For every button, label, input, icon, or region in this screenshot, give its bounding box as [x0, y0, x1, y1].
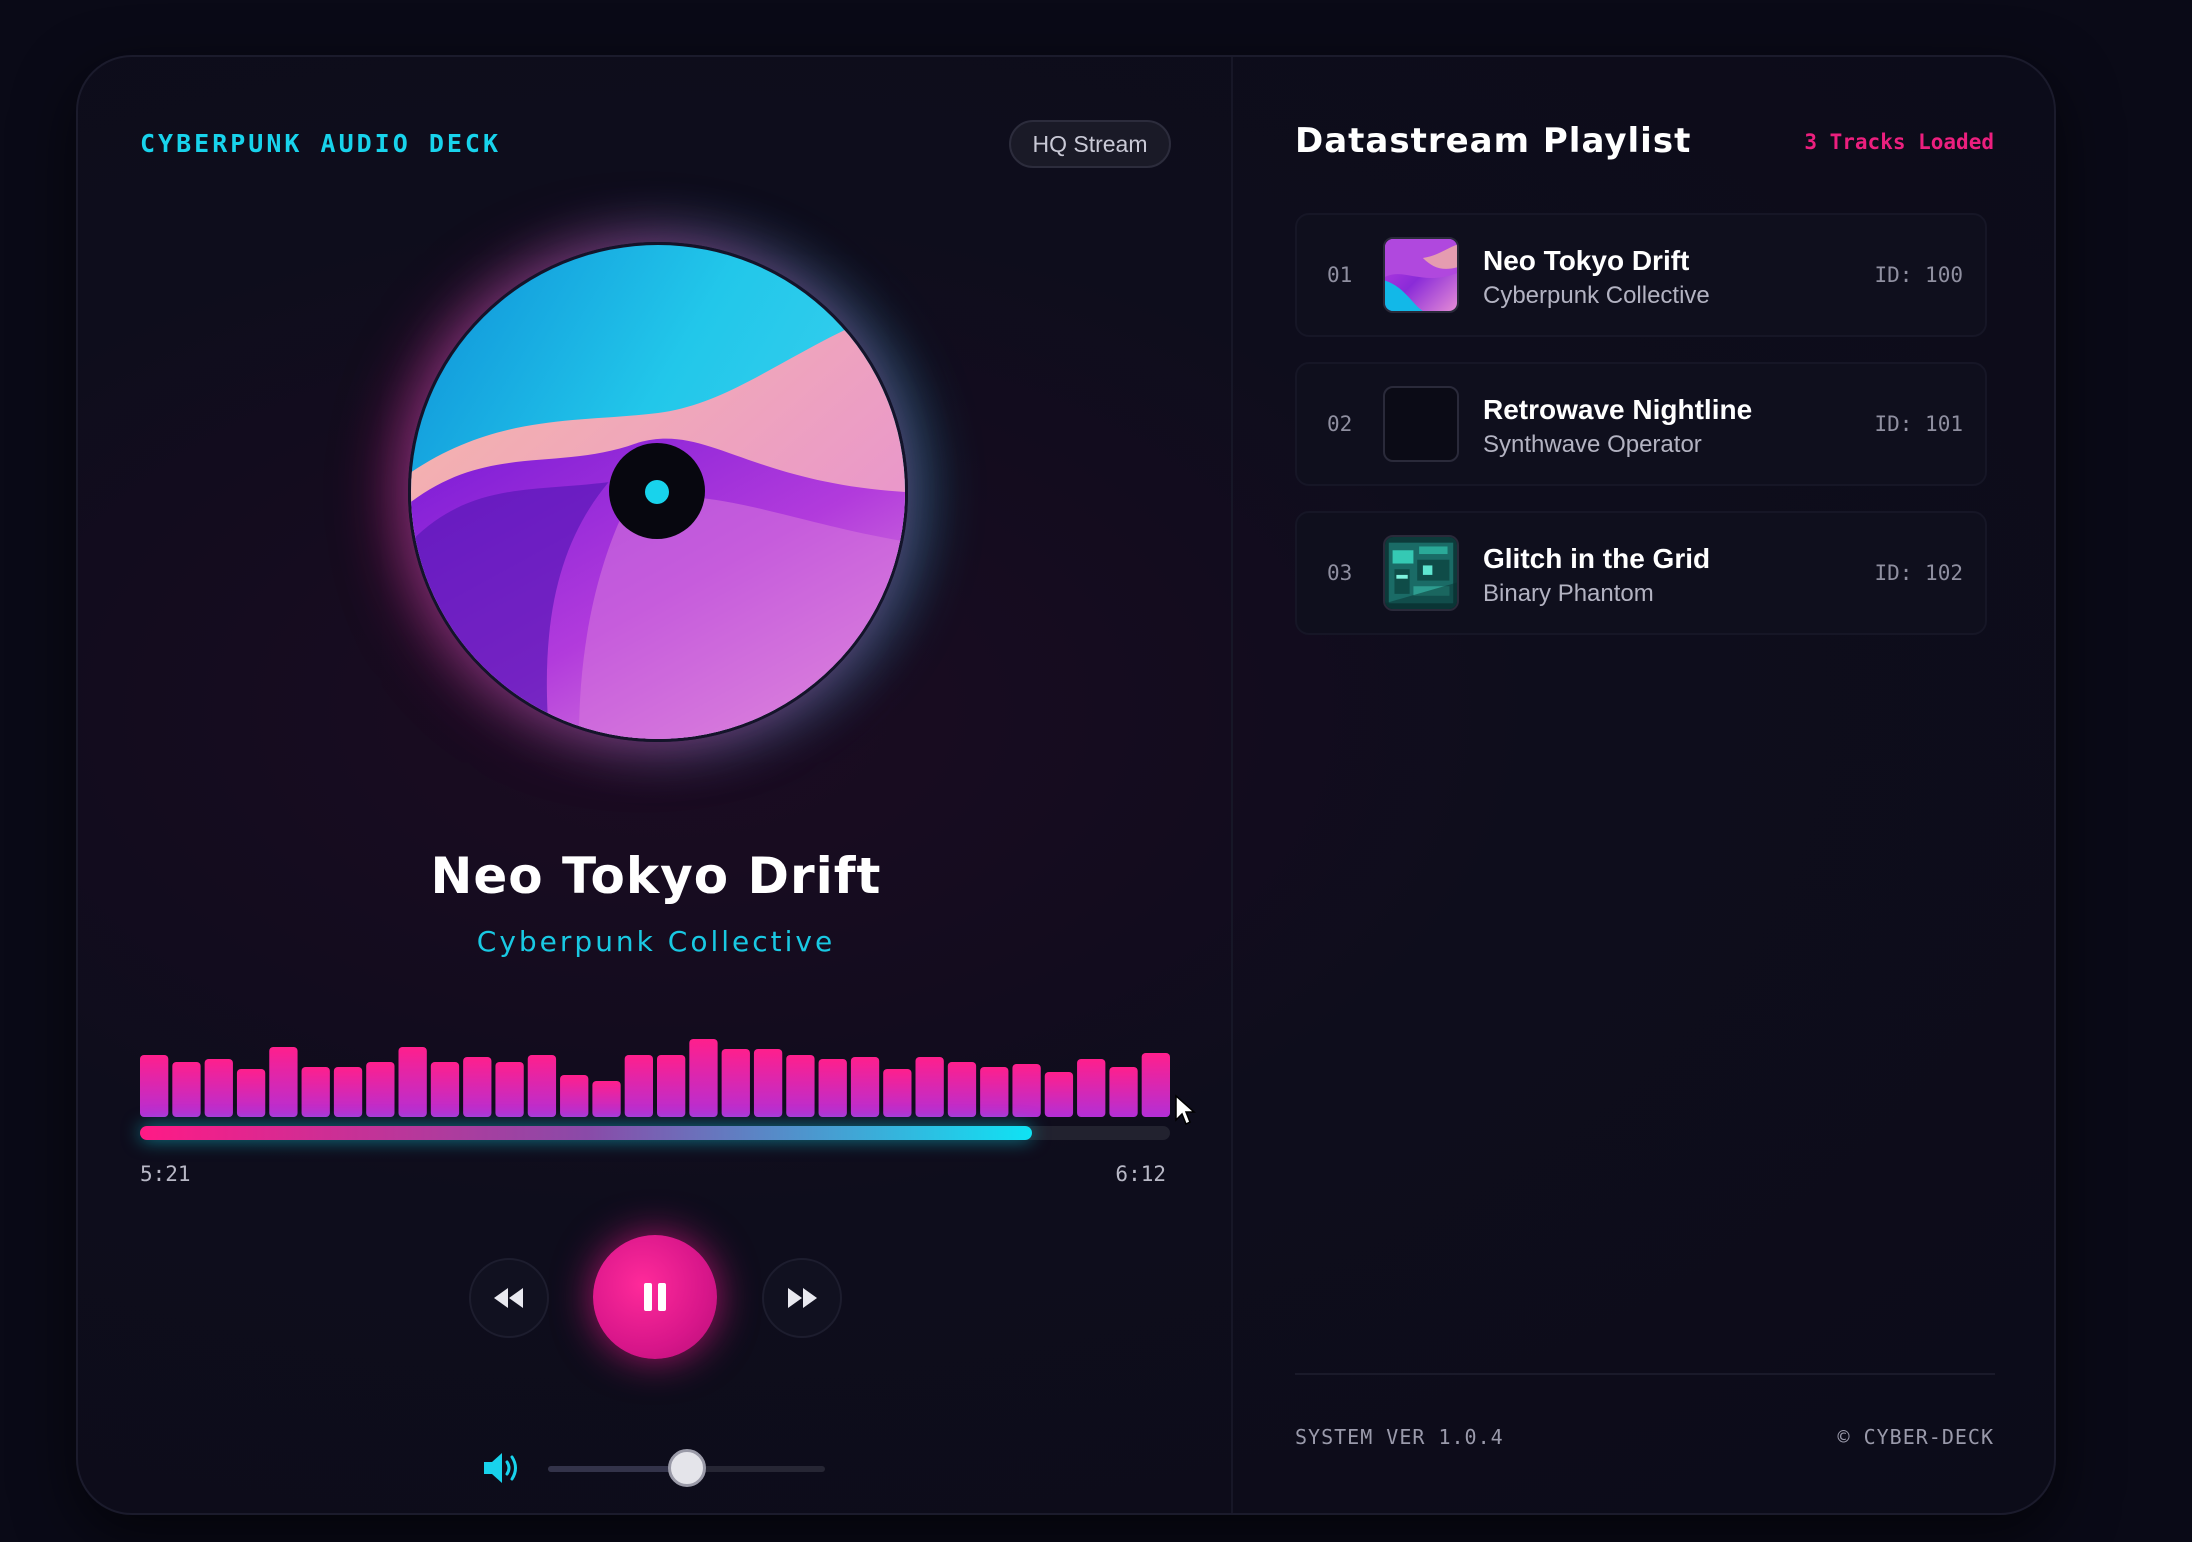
visualizer-bar — [398, 1047, 427, 1117]
visualizer-bar — [947, 1062, 977, 1117]
track-number: 03 — [1327, 561, 1353, 585]
tracks-loaded-count: 3 Tracks Loaded — [1804, 130, 1994, 154]
visualizer-bar — [204, 1059, 233, 1117]
track-number: 01 — [1327, 263, 1353, 287]
visualizer-bar — [495, 1062, 524, 1117]
track-thumbnail — [1383, 535, 1459, 611]
duration-time: 6:12 — [1115, 1162, 1166, 1186]
visualizer-bar — [721, 1049, 750, 1117]
visualizer-bar — [592, 1081, 621, 1117]
visualizer-bar — [140, 1055, 169, 1117]
playlist-track[interactable]: 03 Glitch in the Grid Binary Phantom ID:… — [1295, 511, 1987, 635]
play-pause-button[interactable] — [593, 1235, 717, 1359]
visualizer-bar — [1012, 1064, 1041, 1117]
progress-bar[interactable] — [140, 1126, 1170, 1140]
now-playing-artist: Cyberpunk Collective — [476, 925, 836, 958]
track-id: ID: 100 — [1874, 263, 1963, 287]
visualizer-bar — [883, 1069, 912, 1117]
visualizer-bar — [1109, 1067, 1138, 1117]
audio-visualizer — [140, 1017, 1170, 1117]
visualizer-bar — [527, 1055, 557, 1117]
track-artist: Cyberpunk Collective — [1483, 282, 1710, 309]
panel-divider — [1231, 57, 1233, 1513]
current-time: 5:21 — [140, 1162, 191, 1186]
progress-fill — [140, 1126, 1032, 1140]
visualizer-bars — [140, 1039, 1170, 1117]
visualizer-bar — [786, 1055, 815, 1117]
previous-button[interactable] — [469, 1258, 549, 1338]
visualizer-bar — [366, 1062, 395, 1117]
hq-stream-badge[interactable]: HQ Stream — [1009, 120, 1171, 168]
now-playing-title: Neo Tokyo Drift — [430, 847, 882, 905]
track-id: ID: 102 — [1874, 561, 1963, 585]
visualizer-bar — [463, 1057, 492, 1117]
playlist-title: Datastream Playlist — [1295, 121, 1692, 161]
volume-fill — [548, 1466, 687, 1472]
track-thumbnail — [1383, 386, 1459, 462]
speaker-icon[interactable] — [482, 1451, 526, 1485]
visualizer-bar — [1077, 1059, 1106, 1117]
visualizer-bar — [301, 1067, 330, 1117]
visualizer-bar — [333, 1067, 363, 1117]
visualizer-bar — [560, 1075, 589, 1117]
track-title: Glitch in the Grid — [1483, 543, 1711, 574]
playlist-track[interactable]: 01 Neo Tokyo Drift Cyberpunk Collective … — [1295, 213, 1987, 337]
visualizer-bar — [915, 1057, 944, 1117]
visualizer-bar — [269, 1047, 298, 1117]
visualizer-bar — [172, 1062, 201, 1117]
fast-forward-icon — [788, 1288, 817, 1308]
track-thumbnail — [1383, 237, 1459, 313]
rewind-icon — [494, 1288, 523, 1308]
track-number: 02 — [1327, 412, 1353, 436]
visualizer-bar — [850, 1057, 880, 1117]
track-artist: Binary Phantom — [1483, 580, 1654, 607]
track-id: ID: 101 — [1874, 412, 1963, 436]
visualizer-bar — [1044, 1072, 1074, 1117]
track-title: Retrowave Nightline — [1483, 394, 1753, 425]
visualizer-bar — [818, 1059, 847, 1117]
visualizer-bar — [430, 1062, 460, 1117]
visualizer-bar — [236, 1069, 266, 1117]
visualizer-bar — [624, 1055, 653, 1117]
disc-center-dot — [645, 480, 669, 504]
visualizer-bar — [980, 1067, 1009, 1117]
track-artist: Synthwave Operator — [1483, 431, 1702, 458]
visualizer-bar — [753, 1049, 783, 1117]
app-title: CYBERPUNK AUDIO DECK — [140, 129, 502, 158]
visualizer-bar — [657, 1055, 686, 1117]
volume-knob[interactable] — [667, 1449, 706, 1487]
audio-deck-panel: CYBERPUNK AUDIO DECK HQ Stream Neo Tokyo… — [76, 55, 2056, 1515]
visualizer-bar — [689, 1039, 718, 1117]
footer-divider — [1295, 1373, 1995, 1375]
track-title: Neo Tokyo Drift — [1483, 245, 1690, 276]
copyright: © CYBER-DECK — [1837, 1425, 1994, 1449]
mouse-cursor-icon — [1175, 1094, 1196, 1126]
pause-icon — [644, 1283, 666, 1311]
next-button[interactable] — [762, 1258, 842, 1338]
system-version: SYSTEM VER 1.0.4 — [1295, 1425, 1504, 1449]
visualizer-bar — [1141, 1053, 1170, 1117]
playlist-track[interactable]: 02 Retrowave Nightline Synthwave Operato… — [1295, 362, 1987, 486]
